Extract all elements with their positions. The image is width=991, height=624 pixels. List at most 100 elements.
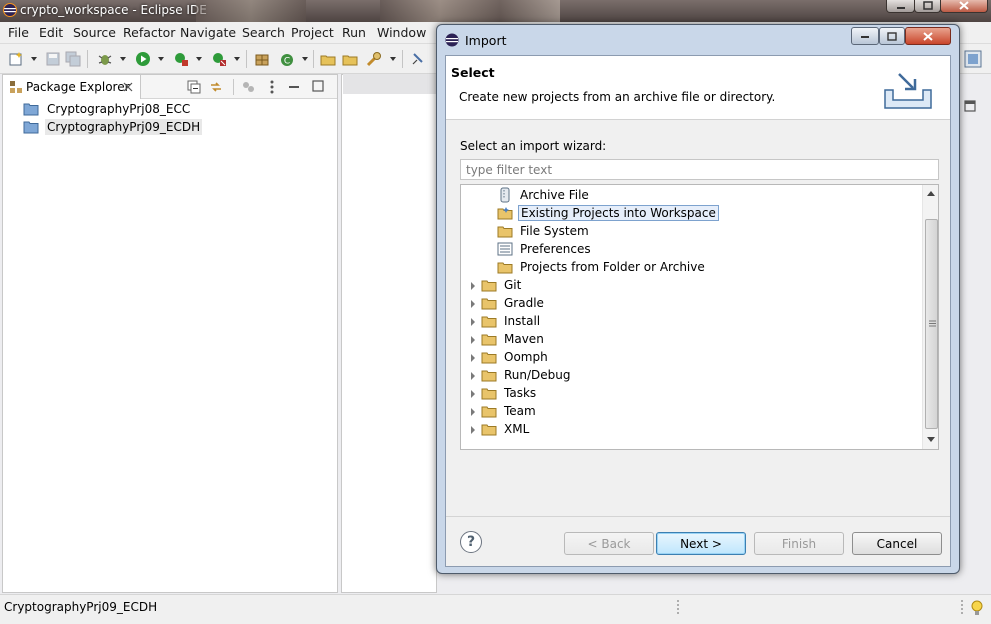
menu-navigate[interactable]: Navigate [180,25,236,40]
tree-scrollbar[interactable] [922,185,938,449]
new-icon[interactable] [8,51,24,67]
list-item[interactable]: Preferences [497,240,593,258]
list-item[interactable]: XML [481,420,531,438]
dialog-minimize-button[interactable] [851,27,879,45]
filter-input[interactable] [460,159,939,180]
list-item[interactable]: Tasks [481,384,538,402]
chevron-down-icon[interactable] [120,57,126,61]
menu-edit[interactable]: Edit [39,25,63,40]
expand-arrow-icon[interactable] [471,372,475,380]
chevron-down-icon[interactable] [158,57,164,61]
folder-icon [481,298,497,310]
dialog-title: Import [465,33,507,48]
debug-icon[interactable] [97,51,113,67]
wizard-item-label: Projects from Folder or Archive [520,260,705,274]
expand-arrow-icon[interactable] [471,282,475,290]
background-wallpaper [380,0,560,22]
save-all-icon[interactable] [65,51,81,67]
preferences-icon [497,242,513,256]
finish-button[interactable]: Finish [754,532,844,555]
list-item[interactable]: Install [481,312,542,330]
folder-icon [481,280,497,292]
scroll-up-arrow-icon[interactable] [927,191,935,196]
expand-arrow-icon[interactable] [471,300,475,308]
folder-icon [481,334,497,346]
next-button[interactable]: Next > [656,532,746,555]
list-item[interactable]: Oomph [481,348,550,366]
list-item[interactable]: Team [481,402,538,420]
lightbulb-icon[interactable] [970,599,984,617]
list-item[interactable]: Maven [481,330,546,348]
folder-icon [481,352,497,364]
tab-package-explorer[interactable]: Package Explorer [3,75,141,99]
minimize-view-icon[interactable] [288,81,300,93]
maximize-view-icon[interactable] [312,80,324,92]
chevron-down-icon[interactable] [196,57,202,61]
perspective-java-icon[interactable] [964,50,982,68]
maximize-button[interactable] [914,0,941,13]
help-button[interactable]: ? [460,531,482,553]
menu-search[interactable]: Search [242,25,285,40]
collapse-all-icon[interactable] [187,80,201,94]
menu-window[interactable]: Window [377,25,426,40]
expand-arrow-icon[interactable] [471,354,475,362]
menu-source[interactable]: Source [73,25,116,40]
project-item[interactable]: CryptographyPrj09_ECDH [23,118,203,136]
minimize-button[interactable] [886,0,915,13]
menu-project[interactable]: Project [291,25,334,40]
chevron-down-icon[interactable] [390,57,396,61]
folder-icon [497,262,513,274]
list-item[interactable]: Existing Projects into Workspace [497,204,719,222]
project-label: CryptographyPrj08_ECC [47,102,191,116]
dialog-maximize-button[interactable] [879,27,905,45]
dialog-close-button[interactable] [905,27,951,45]
close-icon[interactable] [123,82,133,92]
wizard-item-label: Preferences [520,242,591,256]
run-icon[interactable] [135,51,151,67]
list-item[interactable]: Git [481,276,523,294]
expand-arrow-icon[interactable] [471,318,475,326]
open-resource-icon[interactable] [342,51,358,67]
back-button[interactable]: < Back [564,532,654,555]
menu-refactor[interactable]: Refactor [123,25,175,40]
expand-arrow-icon[interactable] [471,426,475,434]
new-package-icon[interactable] [254,51,270,67]
scroll-thumb[interactable] [925,219,938,429]
focus-icon[interactable] [241,80,255,94]
save-icon[interactable] [45,51,61,67]
list-item[interactable]: Run/Debug [481,366,573,384]
svg-text:C: C [284,57,290,67]
archive-icon [500,187,510,203]
project-label: CryptographyPrj09_ECDH [45,119,203,135]
pin-icon[interactable] [410,51,426,67]
open-type-icon[interactable] [320,51,336,67]
list-item[interactable]: Archive File [497,186,591,204]
list-item[interactable]: Projects from Folder or Archive [497,258,707,276]
status-grip-icon [960,599,964,617]
package-explorer-view: Package Explorer CryptographyPrj08_ECC C… [2,74,338,593]
wizard-heading: Select [451,65,495,80]
right-trim-area [960,74,991,593]
cancel-button[interactable]: Cancel [852,532,942,555]
search-icon[interactable] [366,51,382,67]
expand-arrow-icon[interactable] [471,408,475,416]
menu-file[interactable]: File [8,25,29,40]
chevron-down-icon[interactable] [31,57,37,61]
new-class-icon[interactable]: C [279,51,295,67]
scroll-down-arrow-icon[interactable] [927,437,935,442]
external-tools-icon[interactable] [211,51,227,67]
expand-arrow-icon[interactable] [471,390,475,398]
chevron-down-icon[interactable] [234,57,240,61]
list-item[interactable]: File System [497,222,591,240]
restore-view-icon[interactable] [964,100,976,112]
link-with-editor-icon[interactable] [209,80,223,94]
chevron-down-icon[interactable] [302,57,308,61]
view-menu-icon[interactable] [269,79,275,95]
project-item[interactable]: CryptographyPrj08_ECC [23,100,192,118]
coverage-icon[interactable] [173,51,189,67]
menu-run[interactable]: Run [342,25,366,40]
close-window-button[interactable] [940,0,988,13]
import-wizard-tree[interactable]: Archive File Existing Projects into Work… [460,184,939,450]
list-item[interactable]: Gradle [481,294,546,312]
expand-arrow-icon[interactable] [471,336,475,344]
